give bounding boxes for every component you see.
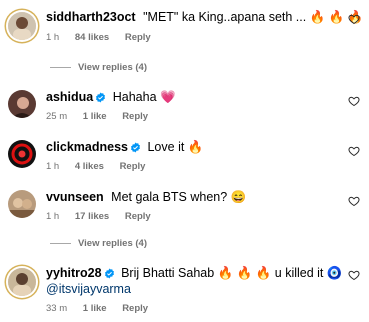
reply-button[interactable]: Reply bbox=[122, 303, 148, 314]
avatar[interactable] bbox=[8, 90, 36, 118]
comment-text: Love it 🔥 bbox=[147, 140, 204, 154]
comment-username[interactable]: vvunseen bbox=[46, 190, 104, 204]
comment-likes[interactable]: 1 like bbox=[83, 303, 107, 314]
avatar[interactable] bbox=[8, 190, 36, 218]
heart-outline-icon[interactable] bbox=[348, 12, 360, 30]
avatar[interactable] bbox=[8, 12, 36, 40]
comment-time: 25 m bbox=[46, 111, 68, 122]
verified-badge-icon bbox=[130, 142, 141, 157]
comment-text: "MET" ka King..apana seth ... 🔥 🔥 🔥 bbox=[143, 10, 364, 24]
heart-outline-icon[interactable] bbox=[348, 194, 360, 212]
reply-button[interactable]: Reply bbox=[122, 111, 148, 122]
verified-badge-icon bbox=[95, 92, 106, 107]
comment-username[interactable]: ashidua bbox=[46, 90, 93, 104]
replies-divider bbox=[50, 66, 71, 68]
reply-button[interactable]: Reply bbox=[125, 32, 151, 43]
replies-divider bbox=[50, 242, 71, 244]
comment-likes[interactable]: 84 likes bbox=[75, 32, 109, 43]
comment-text: Hahaha 💗 bbox=[112, 90, 176, 104]
comment-meta: 25 m 1 like Reply bbox=[46, 111, 161, 122]
comment-time: 1 h bbox=[46, 32, 60, 43]
heart-outline-icon[interactable] bbox=[348, 268, 360, 286]
reply-button[interactable]: Reply bbox=[125, 211, 151, 222]
avatar[interactable] bbox=[8, 268, 36, 296]
comment-likes[interactable]: 4 likes bbox=[75, 161, 104, 172]
comment-username[interactable]: siddharth23oct bbox=[46, 10, 136, 24]
comment-likes[interactable]: 17 likes bbox=[75, 211, 109, 222]
mention-link[interactable]: @itsvijayvarma bbox=[46, 282, 131, 296]
avatar[interactable] bbox=[8, 140, 36, 168]
comment-meta: 1 h 4 likes Reply bbox=[46, 161, 158, 172]
comment-time: 1 h bbox=[46, 211, 60, 222]
comment-meta: 1 h 84 likes Reply bbox=[46, 32, 164, 43]
comment-username[interactable]: yyhitro28 bbox=[46, 266, 102, 280]
heart-outline-icon[interactable] bbox=[348, 144, 360, 162]
reply-button[interactable]: Reply bbox=[120, 161, 146, 172]
heart-outline-icon[interactable] bbox=[348, 94, 360, 112]
comment-text: Met gala BTS when? 😄 bbox=[111, 190, 247, 204]
view-replies-button[interactable]: View replies (4) bbox=[50, 62, 147, 73]
comment-time: 1 h bbox=[46, 161, 60, 172]
comment-time: 33 m bbox=[46, 303, 68, 314]
verified-badge-icon bbox=[104, 268, 115, 283]
comment-likes[interactable]: 1 like bbox=[83, 111, 107, 122]
comment-text: Brij Bhatti Sahab 🔥 🔥 🔥 u killed it 🧿 bbox=[121, 266, 343, 280]
comment-username[interactable]: clickmadness bbox=[46, 140, 128, 154]
comment-meta: 33 m 1 like Reply bbox=[46, 303, 161, 314]
view-replies-button[interactable]: View replies (4) bbox=[50, 238, 147, 249]
comment-meta: 1 h 17 likes Reply bbox=[46, 211, 164, 222]
